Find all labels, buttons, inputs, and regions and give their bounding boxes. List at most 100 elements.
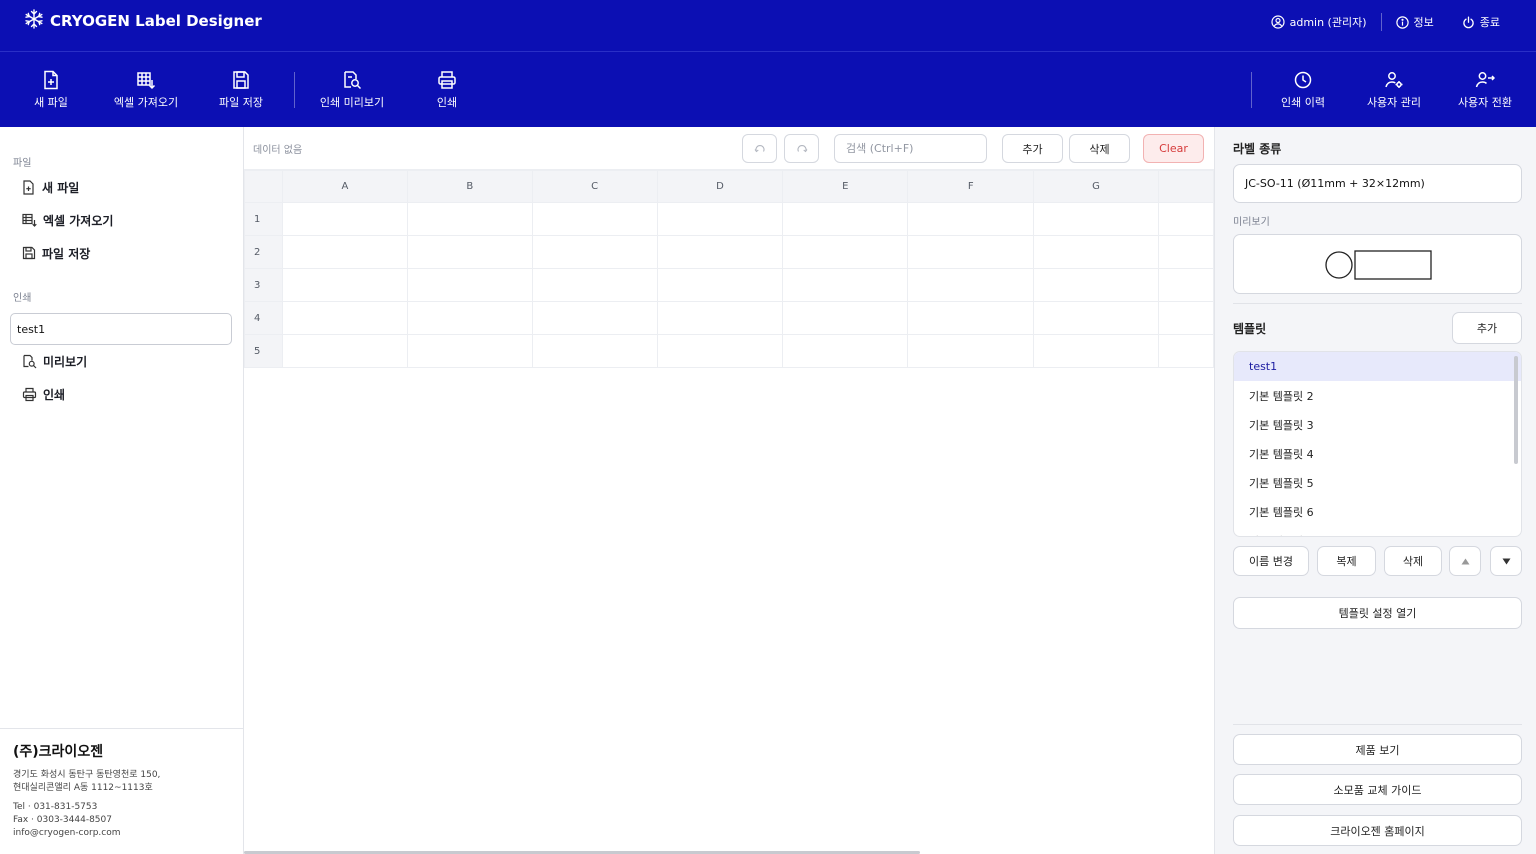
move-up-button[interactable] bbox=[1449, 546, 1481, 576]
sidebar-new-file[interactable]: 새 파일 bbox=[22, 176, 79, 198]
toolbar-print-preview-button[interactable]: 인쇄 미리보기 bbox=[307, 70, 397, 110]
company-name: (주)크라이오젠 bbox=[13, 744, 104, 760]
consumables-guide-button[interactable]: 소모품 교체 가이드 bbox=[1233, 774, 1522, 805]
grid-cell[interactable] bbox=[656, 235, 784, 269]
move-down-button[interactable] bbox=[1490, 546, 1522, 576]
grid-cell[interactable] bbox=[281, 202, 408, 236]
grid-cell[interactable] bbox=[531, 268, 658, 302]
grid-cell[interactable] bbox=[656, 334, 784, 368]
toolbar-print-preview-label: 인쇄 미리보기 bbox=[319, 96, 385, 109]
grid-cell[interactable] bbox=[406, 334, 533, 368]
sidebar-save-file[interactable]: 파일 저장 bbox=[22, 242, 90, 264]
grid-cell[interactable] bbox=[907, 202, 1035, 236]
grid-cell[interactable] bbox=[406, 202, 533, 236]
grid-clear-button[interactable]: Clear bbox=[1143, 134, 1204, 163]
grid-cell[interactable] bbox=[281, 235, 408, 269]
list-item[interactable]: 기본 템플릿 5 bbox=[1234, 468, 1521, 497]
grid-cell[interactable] bbox=[531, 202, 658, 236]
toolbar-user-switch-button[interactable]: 사용자 전환 bbox=[1440, 70, 1530, 110]
list-item[interactable]: 기본 템플릿 7 bbox=[1234, 526, 1521, 537]
preview-search-icon bbox=[23, 354, 37, 368]
grid-cell[interactable] bbox=[907, 268, 1035, 302]
column-header[interactable]: C bbox=[531, 170, 658, 203]
sidebar-print[interactable]: 인쇄 bbox=[22, 383, 65, 405]
template-duplicate-button[interactable]: 복제 bbox=[1317, 546, 1376, 576]
list-item[interactable]: test1 bbox=[1234, 352, 1521, 381]
toolbar-user-manage-button[interactable]: 사용자 관리 bbox=[1349, 70, 1439, 110]
template-rename-button[interactable]: 이름 변경 bbox=[1233, 546, 1309, 576]
grid-cell[interactable] bbox=[782, 268, 909, 302]
grid-search-input[interactable] bbox=[834, 134, 987, 163]
grid-cell[interactable] bbox=[281, 268, 408, 302]
grid-cell[interactable] bbox=[1033, 268, 1159, 302]
column-header[interactable]: D bbox=[656, 170, 784, 203]
user-circle-icon bbox=[1270, 15, 1285, 29]
column-header[interactable]: E bbox=[782, 170, 909, 203]
grid-header-row: A B C D E F G bbox=[244, 170, 1215, 203]
grid-delete-button[interactable]: 삭제 bbox=[1069, 134, 1130, 163]
template-name-input[interactable] bbox=[10, 313, 232, 345]
user-menu-button[interactable]: admin (관리자) bbox=[1257, 13, 1381, 31]
row-header[interactable]: 4 bbox=[244, 301, 283, 335]
grid-cell[interactable] bbox=[281, 334, 408, 368]
column-header[interactable]: G bbox=[1033, 170, 1159, 203]
list-item[interactable]: 기본 템플릿 2 bbox=[1234, 381, 1521, 410]
homepage-button[interactable]: 크라이오젠 홈페이지 bbox=[1233, 815, 1522, 846]
toolbar-new-file-button[interactable]: 새 파일 bbox=[6, 70, 96, 110]
grid-cell[interactable] bbox=[531, 235, 658, 269]
grid-cell[interactable] bbox=[406, 235, 533, 269]
grid-cell[interactable] bbox=[907, 301, 1035, 335]
exit-button[interactable]: 종료 bbox=[1448, 13, 1514, 31]
row-header[interactable]: 2 bbox=[244, 235, 283, 269]
grid-cell[interactable] bbox=[656, 202, 784, 236]
grid-cell[interactable] bbox=[1157, 235, 1215, 269]
toolbar-save-file-button[interactable]: 파일 저장 bbox=[196, 70, 286, 110]
list-item[interactable]: 기본 템플릿 4 bbox=[1234, 439, 1521, 468]
undo-button[interactable] bbox=[742, 134, 777, 163]
grid-cell[interactable] bbox=[531, 301, 658, 335]
grid-add-button[interactable]: 추가 bbox=[1002, 134, 1063, 163]
info-button[interactable]: 정보 bbox=[1382, 13, 1448, 31]
row-header[interactable]: 3 bbox=[244, 268, 283, 302]
grid-cell[interactable] bbox=[531, 334, 658, 368]
grid-cell[interactable] bbox=[656, 301, 784, 335]
grid-cell[interactable] bbox=[1157, 268, 1215, 302]
grid-cell[interactable] bbox=[907, 235, 1035, 269]
grid-cell[interactable] bbox=[1033, 301, 1159, 335]
toolbar-print-history-button[interactable]: 인쇄 이력 bbox=[1258, 70, 1348, 110]
grid-cell[interactable] bbox=[406, 301, 533, 335]
column-header[interactable]: B bbox=[406, 170, 533, 203]
grid-cell[interactable] bbox=[782, 202, 909, 236]
template-add-button[interactable]: 추가 bbox=[1452, 312, 1522, 344]
column-header[interactable]: F bbox=[907, 170, 1035, 203]
grid-cell[interactable] bbox=[1157, 334, 1215, 368]
grid-cell[interactable] bbox=[656, 268, 784, 302]
grid-cell[interactable] bbox=[1033, 235, 1159, 269]
grid-cell[interactable] bbox=[1157, 202, 1215, 236]
open-template-settings-button[interactable]: 템플릿 설정 열기 bbox=[1233, 597, 1522, 629]
grid-corner-cell[interactable] bbox=[244, 170, 283, 203]
grid-cell[interactable] bbox=[907, 334, 1035, 368]
grid-cell[interactable] bbox=[281, 301, 408, 335]
column-header[interactable]: A bbox=[281, 170, 408, 203]
toolbar-excel-import-button[interactable]: 엑셀 가져오기 bbox=[101, 70, 191, 110]
grid-cell[interactable] bbox=[406, 268, 533, 302]
redo-button[interactable] bbox=[784, 134, 819, 163]
grid-cell[interactable] bbox=[1033, 334, 1159, 368]
list-item[interactable]: 기본 템플릿 3 bbox=[1234, 410, 1521, 439]
grid-cell[interactable] bbox=[782, 301, 909, 335]
sidebar-preview[interactable]: 미리보기 bbox=[22, 350, 87, 372]
grid-cell[interactable] bbox=[1033, 202, 1159, 236]
list-item[interactable]: 기본 템플릿 6 bbox=[1234, 497, 1521, 526]
label-type-select[interactable]: JC-SO-11 (Ø11mm + 32×12mm) bbox=[1233, 164, 1522, 203]
grid-cell[interactable] bbox=[1157, 301, 1215, 335]
row-header[interactable]: 5 bbox=[244, 334, 283, 368]
template-list-scrollbar[interactable] bbox=[1514, 356, 1518, 464]
toolbar-print-button[interactable]: 인쇄 bbox=[402, 70, 492, 110]
template-delete-button[interactable]: 삭제 bbox=[1384, 546, 1442, 576]
grid-cell[interactable] bbox=[782, 235, 909, 269]
view-products-button[interactable]: 제품 보기 bbox=[1233, 734, 1522, 765]
sidebar-excel-import[interactable]: 엑셀 가져오기 bbox=[22, 209, 113, 231]
row-header[interactable]: 1 bbox=[244, 202, 283, 236]
grid-cell[interactable] bbox=[782, 334, 909, 368]
